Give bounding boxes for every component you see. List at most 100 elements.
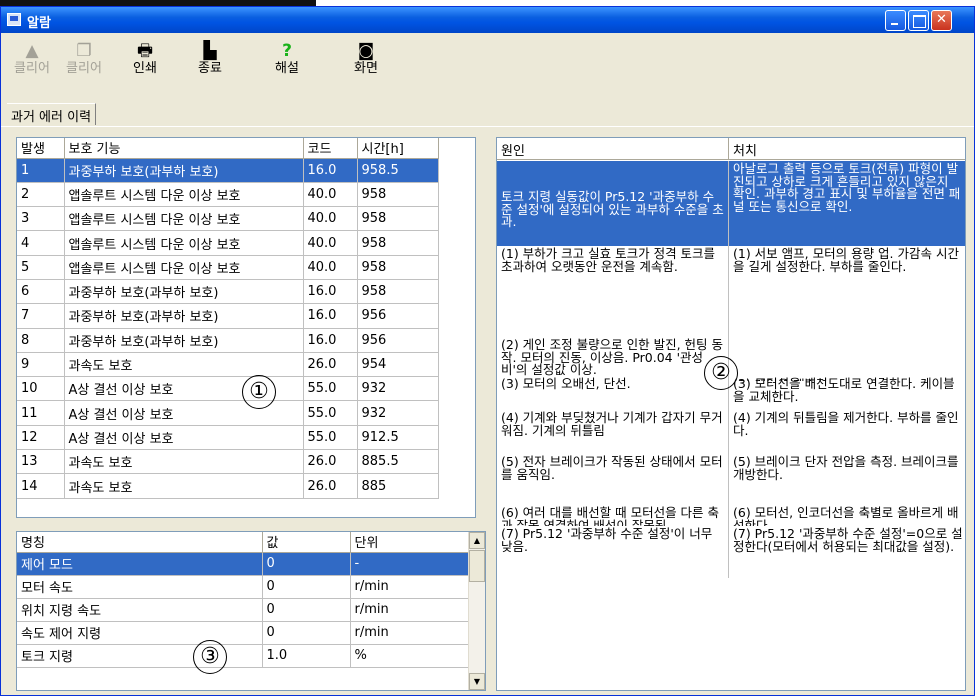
cell-time: 958 — [357, 206, 439, 232]
cell-code: 55.0 — [303, 376, 358, 402]
cell-no: 6 — [17, 279, 65, 305]
column-header-protection[interactable]: 보호 기능 — [64, 138, 304, 159]
cell-name: 과속도 보호 — [64, 352, 304, 378]
cell-time: 958 — [357, 230, 439, 256]
cell-name: 과속도 보호 — [64, 449, 304, 475]
cell-no: 9 — [17, 352, 65, 378]
cell-code: 40.0 — [303, 255, 358, 280]
column-header-cause[interactable]: 원인 — [497, 138, 729, 160]
copy-icon: ❐ — [76, 41, 92, 61]
list-item[interactable]: 토크 지령 실동값이 Pr5.12 '과중부하 수준 설정'에 설정되어 있는 … — [497, 161, 965, 246]
cell-name: 과중부하 보호(과부하 보호) — [64, 303, 304, 329]
table-row[interactable]: 속도 제어 지령 0 r/min — [17, 621, 471, 645]
table-row[interactable]: 14 과속도 보호 26.0 885 — [17, 473, 439, 499]
clear-button[interactable]: ▲ 클리어 — [7, 33, 57, 91]
column-header-occurrence[interactable]: 발생 — [17, 138, 65, 159]
close-button[interactable] — [931, 10, 952, 31]
cell-time: 958 — [357, 255, 439, 280]
table-row[interactable]: 3 앱솔루트 시스템 다운 이상 보호 40.0 958 — [17, 206, 439, 232]
table-row[interactable]: 7 과중부하 보호(과부하 보호) 16.0 956 — [17, 303, 439, 329]
monitor-table: 명칭 값 단위 제어 모드 0- 모터 속도 0 r/min 위치 지령 속도 0 r/min… — [16, 531, 486, 691]
table-row[interactable]: 1 과중부하 보호(과부하 보호) 16.0 958.5 — [17, 158, 439, 183]
table-row[interactable]: 13 과속도 보호 26.0 885.5 — [17, 449, 439, 475]
cell-value: 0 — [262, 598, 351, 622]
table-row[interactable]: 10 A상 결선 이상 보호 55.0 932 — [17, 376, 439, 402]
print-button[interactable]: 🖶 인쇄 — [120, 33, 170, 91]
table-row[interactable]: 9 과속도 보호 26.0 954 — [17, 352, 439, 378]
cell-cause: (6) 여러 대를 배선할 때 모터선을 다른 축과 잘못 연결하여 배선이 잘… — [497, 505, 729, 526]
exit-button[interactable]: ▙ 종료 — [185, 33, 235, 91]
column-header-unit[interactable]: 단위 — [350, 532, 471, 553]
column-header-name[interactable]: 명칭 — [17, 532, 263, 553]
camera-icon: ◙ — [357, 41, 375, 61]
cell-unit: r/min — [350, 598, 471, 622]
cell-no: 14 — [17, 473, 65, 499]
cell-code: 26.0 — [303, 352, 358, 378]
column-header-time[interactable]: 시간[h] — [357, 138, 439, 159]
warning-triangle-icon: ▲ — [25, 41, 39, 61]
cell-name: 속도 제어 지령 — [17, 621, 263, 645]
clear-copy-button[interactable]: ❐ 클리어 — [59, 33, 109, 91]
table-row[interactable]: 4 앱솔루트 시스템 다운 이상 보호 40.0 958 — [17, 230, 439, 256]
cell-no: 4 — [17, 230, 65, 256]
cell-name: 과속도 보호 — [64, 473, 304, 499]
table-row[interactable]: 토크 지령 1.0% — [17, 644, 471, 668]
table-row[interactable]: 제어 모드 0- — [17, 552, 471, 576]
cell-time: 958.5 — [357, 158, 439, 183]
help-question-icon: ? — [282, 41, 292, 61]
cell-name: 모터 속도 — [17, 575, 263, 599]
cell-code: 40.0 — [303, 230, 358, 256]
cell-time: 958 — [357, 182, 439, 208]
cell-time: 932 — [357, 376, 439, 402]
cell-code: 26.0 — [303, 449, 358, 475]
cell-name: 앱솔루트 시스템 다운 이상 보호 — [64, 230, 304, 256]
cell-no: 11 — [17, 400, 65, 426]
cell-time: 956 — [357, 328, 439, 353]
cell-value: 1.0 — [262, 644, 351, 668]
cell-code: 16.0 — [303, 279, 358, 305]
annotation-2: ② — [704, 356, 738, 390]
list-item[interactable]: (1) 부하가 크고 실효 토크가 정격 토크를 초과하여 오랫동안 운전을 계… — [497, 246, 965, 337]
annotation-1: ① — [242, 375, 276, 409]
monitor-scrollbar[interactable]: ▲ ▼ — [468, 532, 485, 690]
list-item[interactable]: (7) Pr5.12 '과중부하 수준 설정'이 너무 낮음. (7) Pr5.1… — [497, 526, 965, 578]
minimize-button[interactable] — [885, 10, 906, 31]
cell-cause: (7) Pr5.12 '과중부하 수준 설정'이 너무 낮음. — [497, 526, 729, 578]
screen-capture-button[interactable]: ◙ 화면 — [341, 33, 391, 91]
tab-error-history[interactable]: 과거 에러 이력 — [7, 103, 97, 125]
cell-code: 55.0 — [303, 400, 358, 426]
table-row[interactable]: 모터 속도 0 r/min — [17, 575, 471, 599]
table-row[interactable]: 8 과중부하 보호(과부하 보호) 16.0 956 — [17, 328, 439, 353]
column-header-code[interactable]: 코드 — [303, 138, 358, 159]
table-row[interactable]: 6 과중부하 보호(과부하 보호) 16.0 958 — [17, 279, 439, 305]
printer-icon: 🖶 — [136, 41, 154, 61]
cell-cause: (1) 부하가 크고 실효 토크가 정격 토크를 초과하여 오랫동안 운전을 계… — [497, 246, 729, 337]
column-header-value[interactable]: 값 — [262, 532, 351, 553]
cell-time: 956 — [357, 303, 439, 329]
cell-time: 885 — [357, 473, 439, 499]
scroll-thumb[interactable] — [469, 550, 485, 582]
cell-no: 3 — [17, 206, 65, 232]
cell-code: 16.0 — [303, 303, 358, 329]
table-row[interactable]: 12 A상 결선 이상 보호 55.0 912.5 — [17, 425, 439, 451]
table-row[interactable]: 2 앱솔루트 시스템 다운 이상 보호 40.0 958 — [17, 182, 439, 208]
table-row[interactable]: 위치 지령 속도 0 r/min — [17, 598, 471, 622]
cell-value: 0 — [262, 621, 351, 645]
toolbar: ▲ 클리어 ❐ 클리어 🖶 인쇄 ▙ 종료 ? 해설 ◙ 화면 — [1, 33, 974, 93]
maximize-button[interactable] — [908, 10, 929, 31]
cell-name: 위치 지령 속도 — [17, 598, 263, 622]
cell-action: (7) Pr5.12 '과중부하 수준 설정'=0으로 설정한다(모터에서 허용… — [733, 526, 963, 554]
table-row[interactable]: 5 앱솔루트 시스템 다운 이상 보호 40.0 958 — [17, 255, 439, 280]
table-row[interactable]: 11 A상 결선 이상 보호 55.0 932 — [17, 400, 439, 426]
list-item[interactable]: (6) 여러 대를 배선할 때 모터선을 다른 축과 잘못 연결하여 배선이 잘… — [497, 505, 965, 526]
cell-time: 912.5 — [357, 425, 439, 451]
scroll-down-arrow-icon[interactable]: ▼ — [469, 673, 485, 690]
cell-time: 954 — [357, 352, 439, 378]
column-header-action[interactable]: 처치 — [729, 138, 965, 160]
cell-no: 5 — [17, 255, 65, 280]
list-item[interactable]: (4) 기계와 부딪쳤거나 기계가 갑자기 무거워짐. 기계의 뒤틀림 (4) 기… — [497, 410, 965, 454]
title-bar[interactable]: 알람 — [1, 7, 974, 33]
help-button[interactable]: ? 해설 — [262, 33, 312, 91]
list-item[interactable]: (5) 전자 브레이크가 작동된 상태에서 모터를 움직임. (5) 브레이크 단… — [497, 454, 965, 505]
scroll-up-arrow-icon[interactable]: ▲ — [469, 532, 485, 549]
